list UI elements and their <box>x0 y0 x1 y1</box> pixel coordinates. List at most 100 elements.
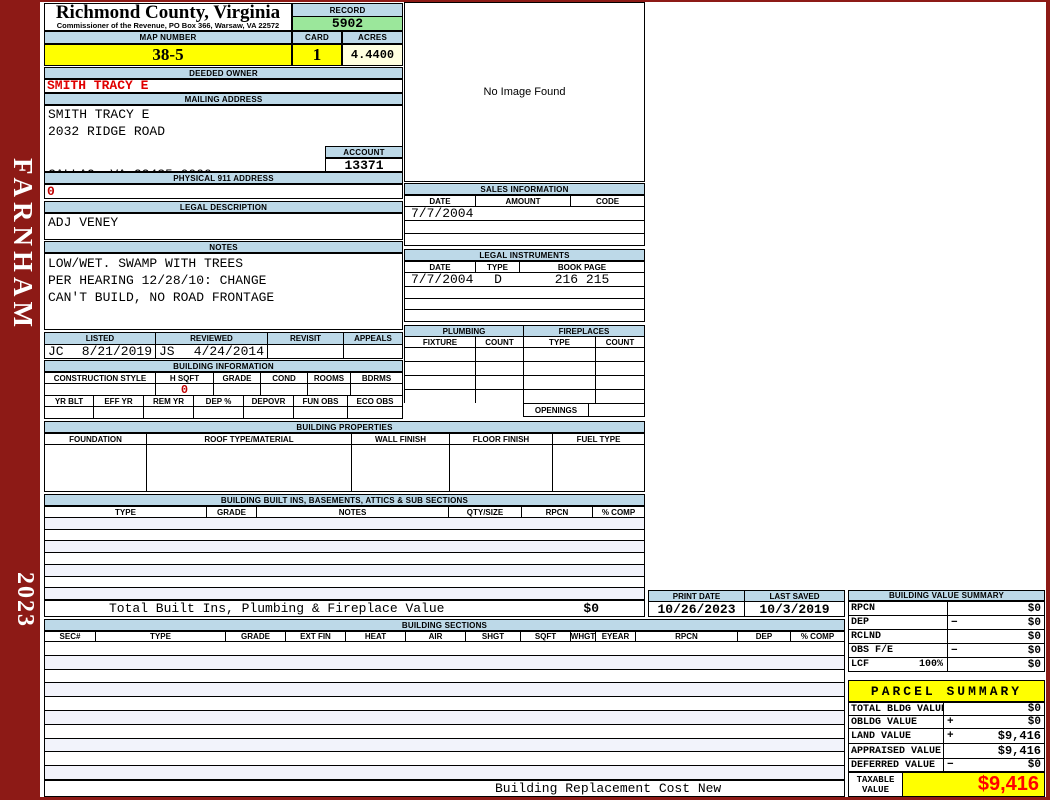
review-table: LISTED REVIEWED REVISIT APPEALS JC 8/21/… <box>44 332 403 359</box>
col-yr-blt: YR BLT <box>45 396 94 406</box>
fireplaces-col-count: COUNT <box>596 337 644 347</box>
building-information-table: CONSTRUCTION STYLE H SQFT GRADE COND ROO… <box>44 372 403 419</box>
empty-row <box>45 739 844 753</box>
print-saved-table: PRINT DATE LAST SAVED 10/26/2023 10/3/20… <box>648 590 845 617</box>
col-rem-yr: REM YR <box>144 396 194 406</box>
photo-placeholder: No Image Found <box>404 2 645 182</box>
dep-pct-value <box>194 407 244 418</box>
empty-row <box>45 553 644 565</box>
empty-row <box>45 656 844 670</box>
sales-col-date: DATE <box>405 196 476 206</box>
ps-label: APPRAISED VALUE <box>851 746 941 757</box>
ps-row-obldg: OBLDG VALUE + $0 <box>849 716 1044 729</box>
revisit-label: REVISIT <box>268 333 344 344</box>
plumbing-title: PLUMBING <box>405 326 524 336</box>
bvs-value: $0 <box>962 645 1044 657</box>
plumbing-empty-row <box>405 362 644 376</box>
acres-label: ACRES <box>342 31 403 44</box>
building-properties-title: BUILDING PROPERTIES <box>44 421 645 433</box>
empty-row <box>45 530 644 542</box>
legal-instruments-title: LEGAL INSTRUMENTS <box>404 249 645 261</box>
sec-col-sqft: SQFT <box>521 632 571 641</box>
notes-line-2: PER HEARING 12/28/10: CHANGE <box>45 272 402 289</box>
bdrms-value <box>351 384 402 395</box>
bvs-value: $0 <box>962 631 1044 643</box>
fireplaces-col-type: TYPE <box>524 337 596 347</box>
ps-label: TOTAL BLDG VALUE <box>851 704 944 715</box>
card-label: CARD <box>292 31 342 44</box>
building-sections-empty-rows <box>45 642 844 779</box>
sec-col-heat: HEAT <box>346 632 406 641</box>
record-value: 5902 <box>292 16 403 31</box>
builtins-col-comp: % COMP <box>593 507 644 517</box>
construction-style-value <box>45 384 156 395</box>
openings-value <box>588 403 645 417</box>
reviewed-value: JS 4/24/2014 <box>156 345 268 358</box>
property-record-card: FARNHAM 2023 Richmond County, Virginia C… <box>0 0 1050 800</box>
reviewed-by: JS <box>159 345 175 358</box>
sec-col-dep: DEP <box>738 632 791 641</box>
instrument-empty-rows <box>405 287 644 321</box>
sec-col-whgt: WHGT <box>571 632 596 641</box>
openings-label: OPENINGS <box>523 403 589 417</box>
sec-col-extfin: EXT FIN <box>286 632 346 641</box>
col-fun-obs: FUN OBS <box>294 396 348 406</box>
instr-col-bookpage: BOOK PAGE <box>520 262 644 272</box>
bvs-row-dep: DEP − $0 <box>849 616 1044 630</box>
reviewed-label: REVIEWED <box>156 333 268 344</box>
sec-col-comp: % COMP <box>791 632 844 641</box>
ps-op: + <box>944 730 958 742</box>
builtins-col-notes: NOTES <box>257 507 449 517</box>
ps-label: OBLDG VALUE <box>851 717 917 728</box>
map-number-value: 38-5 <box>44 44 292 66</box>
physical-911-label: PHYSICAL 911 ADDRESS <box>44 172 403 184</box>
sidebar-year-label: 2023 <box>2 560 38 640</box>
bvs-op: − <box>948 645 962 657</box>
bvs-label: DEP <box>851 617 869 628</box>
appeals-value <box>344 345 402 358</box>
col-dep-pct: DEP % <box>194 396 244 406</box>
last-saved-value: 10/3/2019 <box>745 602 844 616</box>
instr-row-1-date: 7/7/2004 <box>405 273 476 286</box>
empty-row <box>405 310 644 321</box>
mailing-address-label: MAILING ADDRESS <box>44 93 403 105</box>
bvs-value: $0 <box>962 603 1044 615</box>
yr-blt-value <box>45 407 94 418</box>
col-eco-obs: ECO OBS <box>348 396 402 406</box>
instr-row-1-type: D <box>476 273 520 286</box>
built-ins-title: BUILDING BUILT INS, BASEMENTS, ATTICS & … <box>44 494 645 506</box>
empty-row <box>45 518 644 530</box>
building-sections-footer: Building Replacement Cost New <box>44 780 845 797</box>
county-title: Richmond County, Virginia <box>45 4 291 22</box>
bvs-label: OBS F/E <box>851 645 893 656</box>
ps-row-deferred: DEFERRED VALUE − $0 <box>849 759 1044 771</box>
bvs-op: − <box>948 617 962 629</box>
col-rooms: ROOMS <box>308 373 351 383</box>
empty-row <box>45 697 844 711</box>
ps-value: $0 <box>958 759 1044 771</box>
building-properties-empty-row <box>45 445 644 491</box>
sec-col-eyear: EYEAR <box>596 632 636 641</box>
empty-row <box>45 577 644 589</box>
grade-value <box>214 384 261 395</box>
built-ins-total-label: Total Built Ins, Plumbing & Fireplace Va… <box>109 601 444 616</box>
col-construction-style: CONSTRUCTION STYLE <box>45 373 156 383</box>
listed-date: 8/21/2019 <box>82 345 152 358</box>
cond-value <box>261 384 308 395</box>
commissioner-line: Commissioner of the Revenue, PO Box 366,… <box>45 22 291 30</box>
building-value-summary-title: BUILDING VALUE SUMMARY <box>848 590 1045 601</box>
built-ins-total-row: Total Built Ins, Plumbing & Fireplace Va… <box>44 600 645 617</box>
taxable-label-line2: VALUE <box>862 785 889 795</box>
empty-row <box>405 299 644 311</box>
plumbing-empty-row <box>405 390 644 403</box>
eff-yr-value <box>94 407 144 418</box>
empty-row <box>45 766 844 779</box>
col-foundation: FOUNDATION <box>45 434 147 444</box>
col-grade: GRADE <box>214 373 261 383</box>
col-roof: ROOF TYPE/MATERIAL <box>147 434 352 444</box>
acres-value: 4.4400 <box>342 44 403 66</box>
revisit-value <box>268 345 344 358</box>
built-ins-empty-rows <box>45 518 644 599</box>
parcel-summary-table: TOTAL BLDG VALUE $0 OBLDG VALUE + $0 LAN… <box>848 702 1045 772</box>
reviewed-date: 4/24/2014 <box>194 345 264 358</box>
